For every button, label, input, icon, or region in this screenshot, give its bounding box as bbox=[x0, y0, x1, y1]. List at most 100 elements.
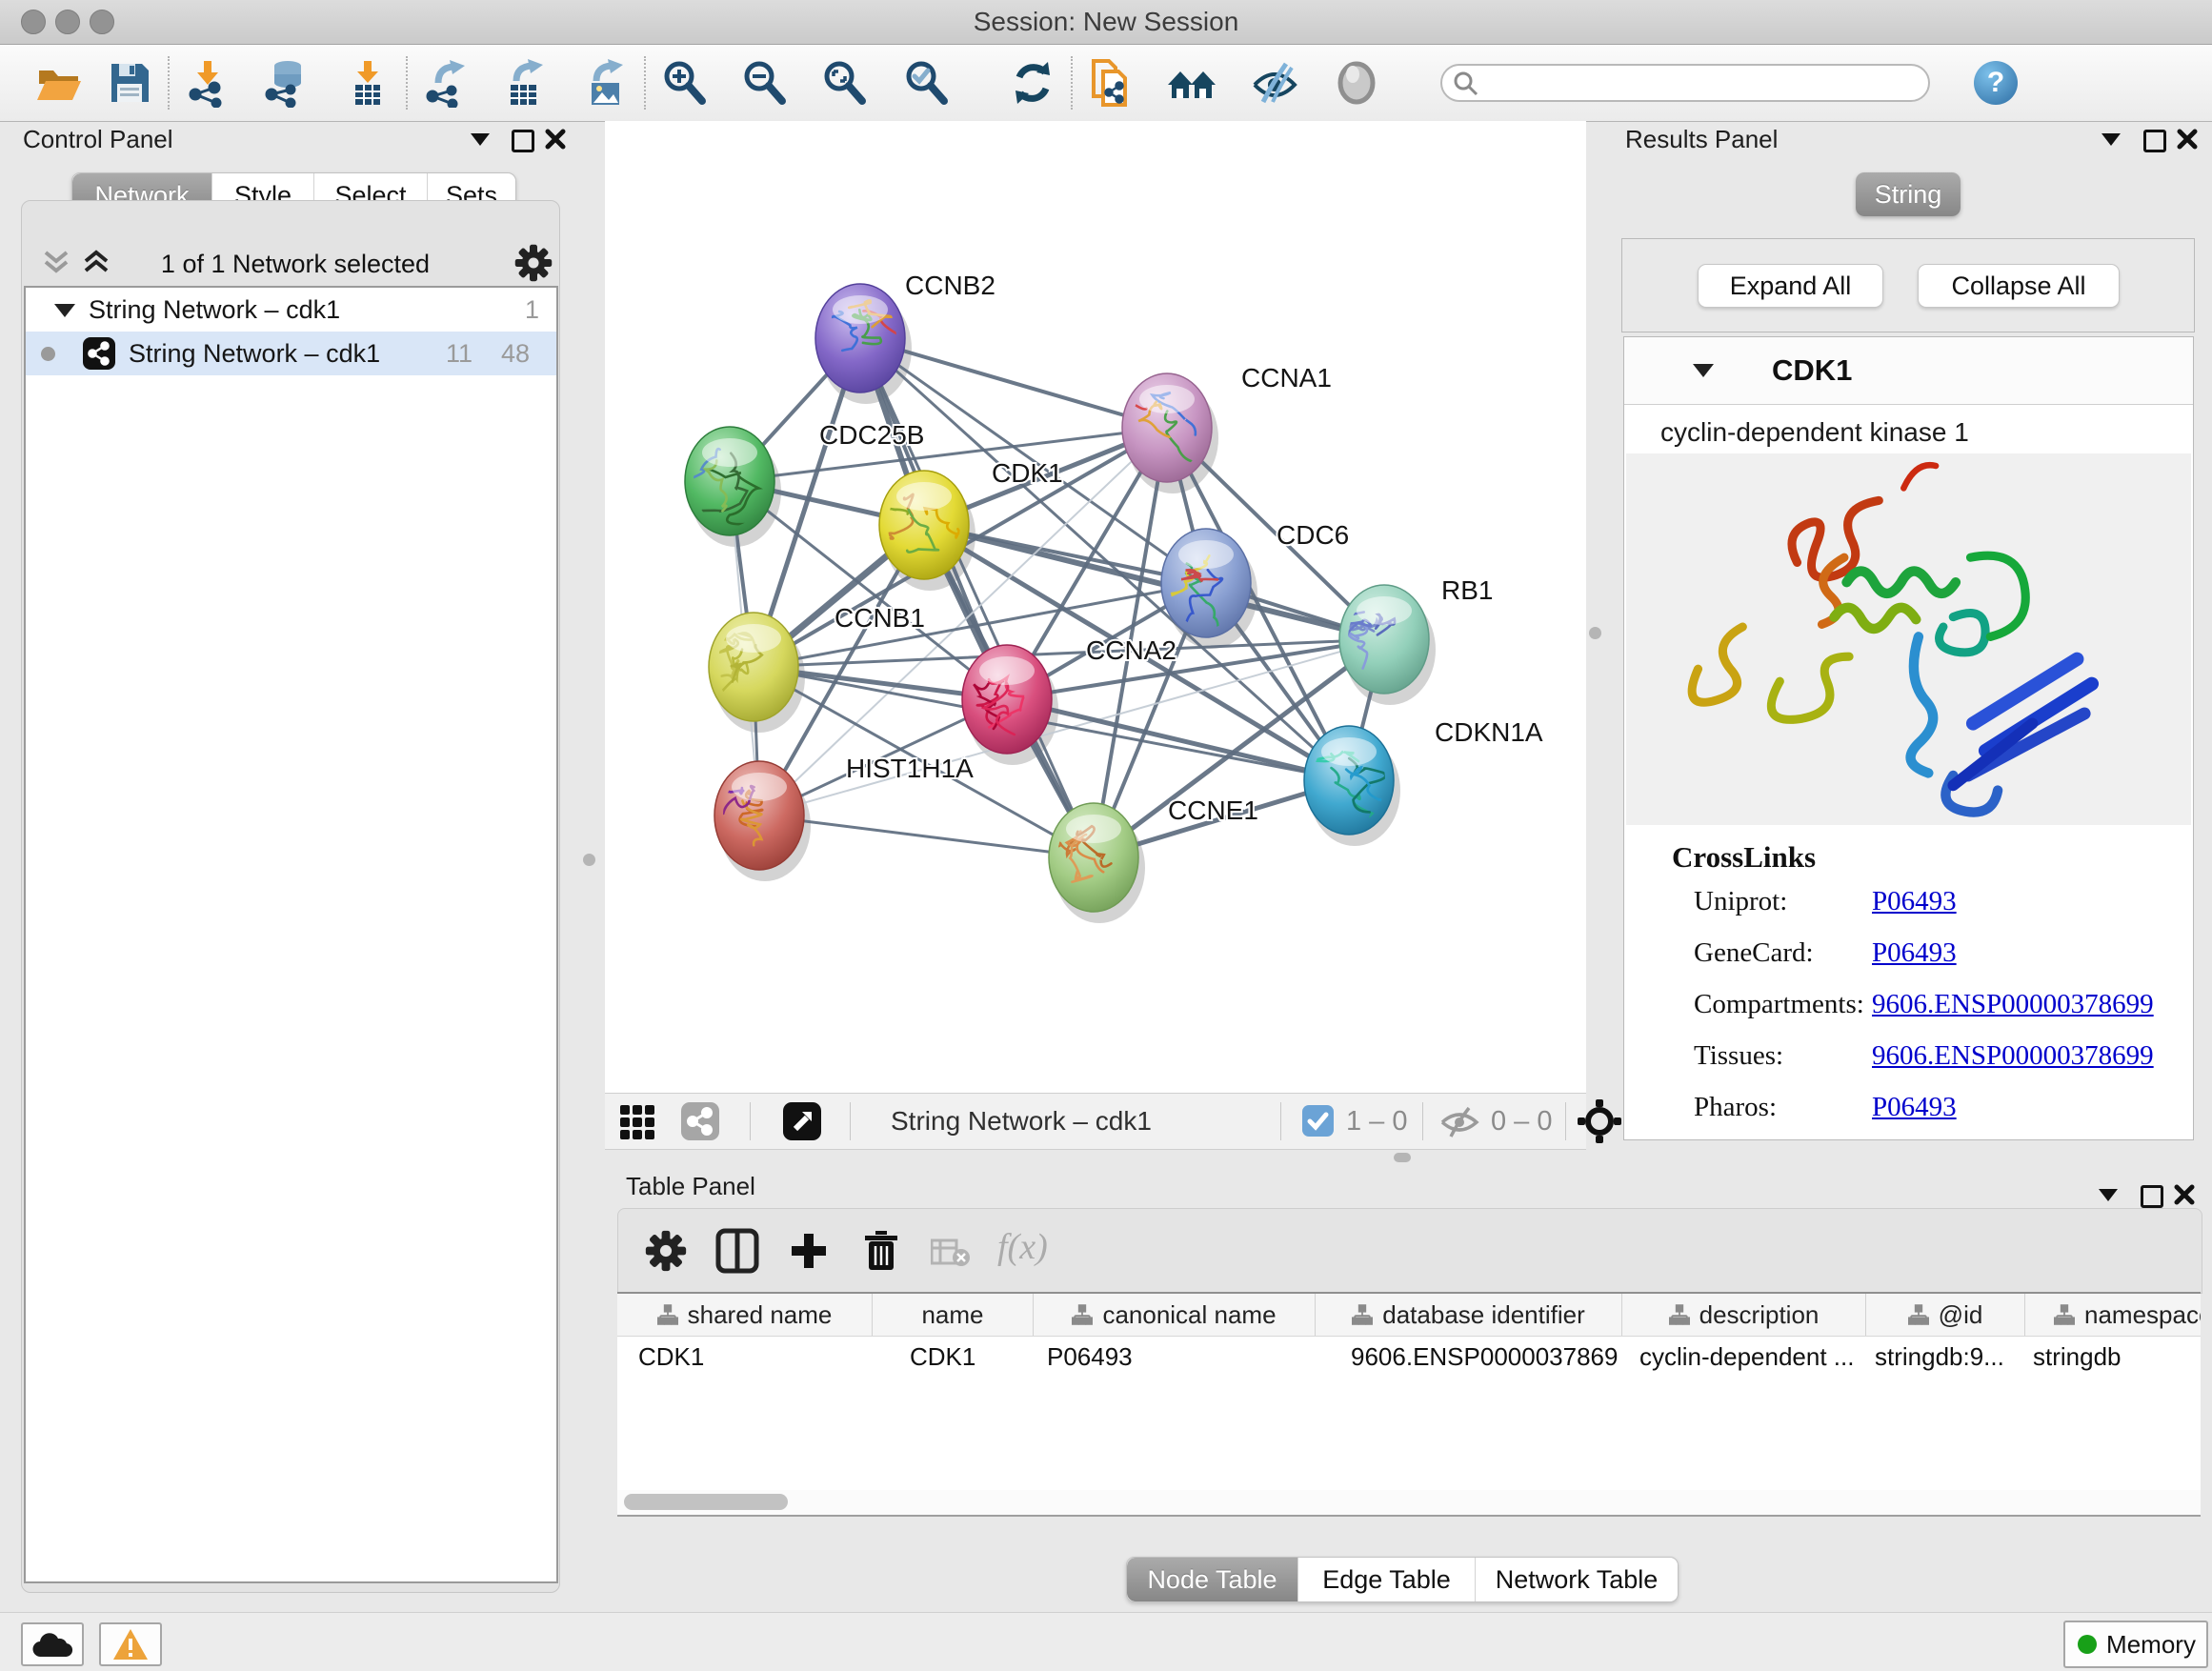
column-header-id[interactable]: @id bbox=[1866, 1294, 2025, 1336]
memory-button[interactable]: Memory bbox=[2063, 1621, 2208, 1668]
results-panel-maximize-icon[interactable] bbox=[2143, 130, 2166, 152]
zoom-selected-button[interactable] bbox=[899, 54, 953, 111]
network-view-title: String Network – cdk1 bbox=[891, 1106, 1152, 1137]
results-panel-close-icon[interactable] bbox=[2176, 128, 2199, 151]
zoom-selected-icon bbox=[901, 58, 951, 108]
column-header-name[interactable]: name bbox=[873, 1294, 1034, 1336]
zoom-fit-button[interactable] bbox=[817, 54, 871, 111]
right-splitter-handle[interactable] bbox=[1589, 627, 1601, 639]
cell-namespace[interactable]: stringdb bbox=[2020, 1337, 2201, 1380]
hide-glass-button[interactable] bbox=[1248, 54, 1301, 111]
expand-all-networks-icon[interactable] bbox=[80, 250, 112, 276]
network-edge-count: 48 bbox=[501, 332, 530, 375]
collapse-all-button[interactable]: Collapse All bbox=[1918, 264, 2120, 308]
main-toolbar: ? bbox=[0, 45, 2212, 122]
network-state-dot bbox=[41, 347, 55, 361]
network-row-selected[interactable]: String Network – cdk1 11 48 bbox=[26, 332, 556, 375]
zoom-out-button[interactable] bbox=[737, 54, 791, 111]
tab-network-table[interactable]: Network Table bbox=[1475, 1558, 1678, 1601]
results-panel-float-icon[interactable] bbox=[2101, 133, 2121, 146]
horizontal-scrollbar[interactable] bbox=[617, 1490, 2201, 1515]
import-network-from-file-button[interactable] bbox=[181, 54, 234, 111]
svg-text:CCNB1: CCNB1 bbox=[835, 603, 925, 633]
cell-id[interactable]: stringdb:9... bbox=[1861, 1337, 2020, 1380]
node-attribute-table[interactable]: shared name name canonical name database… bbox=[617, 1292, 2201, 1517]
scrollbar-thumb[interactable] bbox=[624, 1494, 788, 1510]
export-network-button[interactable] bbox=[419, 54, 473, 111]
selected-checkbox-icon[interactable] bbox=[1302, 1105, 1334, 1137]
tab-node-table[interactable]: Node Table bbox=[1127, 1558, 1297, 1601]
footer-divider bbox=[850, 1102, 851, 1140]
refresh-layout-button[interactable] bbox=[1006, 54, 1059, 111]
table-options-gear-icon[interactable] bbox=[645, 1230, 687, 1272]
grid-view-icon[interactable] bbox=[619, 1104, 655, 1140]
save-session-button[interactable] bbox=[103, 54, 156, 111]
cell-canonical-name[interactable]: P06493 bbox=[1032, 1337, 1313, 1380]
toolbar-separator bbox=[168, 56, 170, 110]
cell-shared-name[interactable]: CDK1 bbox=[617, 1337, 872, 1380]
tab-edge-table[interactable]: Edge Table bbox=[1297, 1558, 1475, 1601]
share-network-document-button[interactable] bbox=[1084, 54, 1137, 111]
tab-string-results[interactable]: String bbox=[1856, 172, 1961, 216]
column-header-database-identifier[interactable]: database identifier bbox=[1316, 1294, 1622, 1336]
string-home-button[interactable] bbox=[1166, 54, 1219, 111]
network-collection-row[interactable]: String Network – cdk1 1 bbox=[26, 288, 556, 332]
column-header-shared-name[interactable]: shared name bbox=[617, 1294, 873, 1336]
zoom-in-icon bbox=[659, 58, 709, 108]
control-panel-maximize-icon[interactable] bbox=[512, 130, 534, 152]
import-table-icon bbox=[343, 58, 392, 108]
table-row[interactable]: CDK1 CDK1 P06493 9606.ENSP00000378699 cy… bbox=[617, 1337, 2201, 1380]
show-glass-button-disabled[interactable] bbox=[1330, 54, 1383, 111]
share-document-icon bbox=[1086, 58, 1136, 108]
open-session-button[interactable] bbox=[32, 54, 86, 111]
cell-name[interactable]: CDK1 bbox=[872, 1337, 1032, 1380]
create-column-plus-icon[interactable] bbox=[788, 1230, 830, 1272]
expand-all-button[interactable]: Expand All bbox=[1698, 264, 1883, 308]
tree-expander-icon[interactable] bbox=[54, 304, 75, 317]
column-label: shared name bbox=[688, 1300, 833, 1330]
cell-database-identifier[interactable]: 9606.ENSP00000378699 bbox=[1313, 1337, 1619, 1380]
crosslink-value-link[interactable]: 9606.ENSP00000378699 bbox=[1872, 1040, 2154, 1072]
horizontal-splitter-handle[interactable] bbox=[1394, 1153, 1411, 1162]
column-label: canonical name bbox=[1102, 1300, 1276, 1330]
warnings-button[interactable] bbox=[99, 1622, 162, 1666]
navigator-crosshair-icon[interactable] bbox=[1577, 1098, 1622, 1144]
show-columns-icon[interactable] bbox=[715, 1228, 759, 1274]
table-panel-float-icon[interactable] bbox=[2099, 1189, 2118, 1201]
cloud-status-button[interactable] bbox=[21, 1622, 84, 1666]
import-table-from-file-button[interactable] bbox=[341, 54, 394, 111]
search-input[interactable] bbox=[1440, 64, 1930, 102]
share-view-icon[interactable] bbox=[681, 1102, 719, 1140]
crosslink-value-link[interactable]: P06493 bbox=[1872, 1092, 1957, 1123]
control-panel-close-icon[interactable] bbox=[544, 128, 567, 151]
crosslink-value-link[interactable]: P06493 bbox=[1872, 886, 1957, 917]
protein-card-header[interactable]: CDK1 bbox=[1624, 337, 2193, 405]
crosslink-value-link[interactable]: 9606.ENSP00000378699 bbox=[1872, 989, 2154, 1020]
export-table-button[interactable] bbox=[497, 54, 551, 111]
table-panel-maximize-icon[interactable] bbox=[2141, 1185, 2163, 1208]
export-network-icon bbox=[421, 58, 471, 108]
export-image-button[interactable] bbox=[579, 54, 633, 111]
control-panel-float-icon[interactable] bbox=[471, 133, 490, 146]
protein-card-expander-icon[interactable] bbox=[1693, 364, 1714, 377]
cell-description[interactable]: cyclin-dependent ... bbox=[1619, 1337, 1861, 1380]
crosslink-value-link[interactable]: P06493 bbox=[1872, 937, 1957, 969]
network-canvas[interactable]: CCNB2CCNA1CDC25BCDK1CDC6RB1CCNB1CCNA2CDK… bbox=[605, 121, 1586, 1093]
eye-disabled-icon bbox=[1332, 58, 1381, 108]
network-options-gear-icon[interactable] bbox=[514, 244, 553, 282]
help-button[interactable]: ? bbox=[1974, 61, 2018, 105]
network-graph[interactable]: CCNB2CCNA1CDC25BCDK1CDC6RB1CCNB1CCNA2CDK… bbox=[605, 121, 1586, 1093]
column-header-canonical-name[interactable]: canonical name bbox=[1034, 1294, 1316, 1336]
left-splitter-handle[interactable] bbox=[583, 854, 595, 866]
protein-structure-image bbox=[1626, 453, 2191, 825]
column-header-namespace[interactable]: namespace bbox=[2025, 1294, 2201, 1336]
database-icon bbox=[261, 58, 311, 108]
toolbar-separator bbox=[644, 56, 646, 110]
column-header-description[interactable]: description bbox=[1622, 1294, 1866, 1336]
birdseye-toggle-icon[interactable] bbox=[783, 1102, 821, 1140]
zoom-in-button[interactable] bbox=[657, 54, 711, 111]
delete-column-trash-icon[interactable] bbox=[860, 1228, 902, 1274]
table-panel-close-icon[interactable] bbox=[2173, 1183, 2196, 1206]
collapse-all-networks-icon[interactable] bbox=[40, 250, 72, 276]
import-network-from-database-button[interactable] bbox=[259, 54, 312, 111]
